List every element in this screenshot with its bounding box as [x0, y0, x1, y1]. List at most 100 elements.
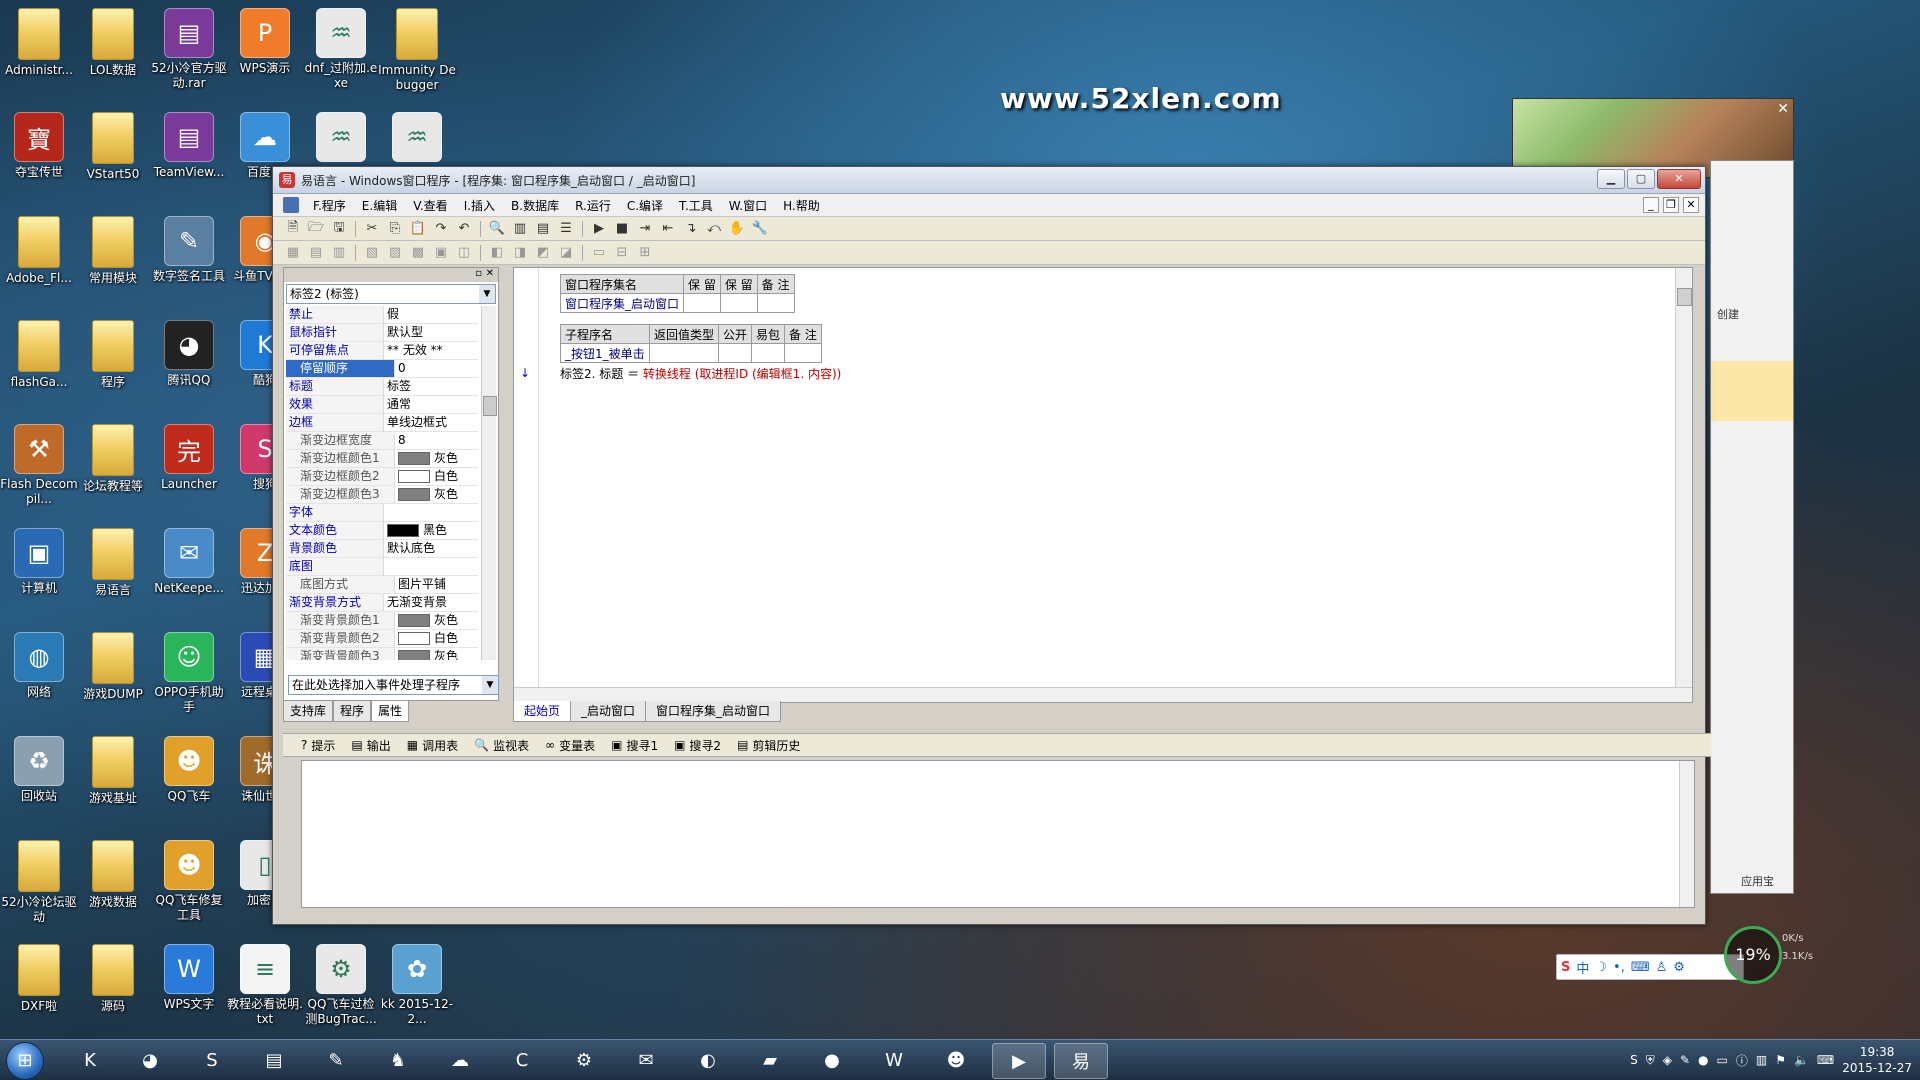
desktop-icon[interactable]: ♒ dnf_过附加.exe — [302, 4, 380, 104]
desktop-icon[interactable]: Adobe_Fl... — [0, 212, 78, 312]
toolbar-icon[interactable]: ↴ — [681, 219, 701, 238]
mask-icon[interactable]: ☻ — [930, 1043, 982, 1077]
alert-icon[interactable]: ● — [1698, 1053, 1708, 1067]
desktop-icon[interactable]: 游戏基址 — [74, 732, 152, 832]
property-value[interactable] — [384, 558, 478, 575]
align-tool-icon[interactable]: ▣ — [431, 243, 451, 262]
property-row[interactable]: 边框 单线边框式 — [286, 414, 478, 432]
network-usage-widget[interactable]: 19% — [1724, 926, 1782, 984]
property-row[interactable]: 渐变边框颜色2 白色 — [286, 468, 478, 486]
browser-icon[interactable]: ◐ — [682, 1043, 734, 1077]
desktop-icon[interactable]: 寶夺宝传世 — [0, 108, 78, 208]
minimize-button[interactable]: ▁ — [1597, 169, 1625, 189]
property-row[interactable]: 渐变背景颜色2 白色 — [286, 630, 478, 648]
battery-icon[interactable]: ▭ — [1717, 1053, 1728, 1067]
desktop-icon[interactable]: Administr... — [0, 4, 78, 104]
speaker-icon[interactable]: 🔈 — [1794, 1053, 1809, 1067]
game-icon[interactable]: ♞ — [372, 1043, 424, 1077]
video-app-icon[interactable]: ▶ — [992, 1043, 1046, 1079]
toolbar-icon[interactable]: 📋 — [408, 219, 428, 238]
mdi-restore-icon[interactable]: ❐ — [1663, 197, 1679, 213]
property-row[interactable]: 渐变背景方式 无渐变背景 — [286, 594, 478, 612]
start-button[interactable]: ⊞ — [6, 1042, 44, 1080]
align-tool-icon[interactable]: ▧ — [362, 243, 382, 262]
property-row[interactable]: 禁止假 — [286, 306, 478, 324]
editor-horizontal-scrollbar[interactable] — [514, 687, 1692, 702]
property-row[interactable]: 底图 — [286, 558, 478, 576]
property-value[interactable]: 通常 — [384, 396, 478, 413]
desktop-icon[interactable]: ☻ QQ飞车修复工具 — [150, 836, 228, 936]
align-tool-icon[interactable]: ◩ — [533, 243, 553, 262]
baidu-cloud-icon[interactable]: ☁ — [434, 1043, 486, 1077]
property-row[interactable]: 标题 标签 — [286, 378, 478, 396]
editor-tab[interactable]: 起始页 — [513, 701, 572, 722]
bottom-tool-button[interactable]: ▣ 搜寻2 — [674, 737, 721, 754]
menu-item[interactable]: E.编辑 — [354, 197, 405, 214]
desktop-icon[interactable]: 易语言 — [74, 524, 152, 624]
property-row[interactable]: 字体 — [286, 504, 478, 522]
mdi-minimize-icon[interactable]: _ — [1643, 197, 1659, 213]
desktop-icon[interactable]: DXF啦 — [0, 940, 78, 1040]
property-scrollbar[interactable] — [481, 306, 497, 660]
desktop-icon[interactable]: Immunity Debugger — [378, 4, 456, 104]
gear-app-icon[interactable]: ⚙ — [558, 1043, 610, 1077]
desktop-icon[interactable]: ◕ 腾讯QQ — [150, 316, 228, 416]
desktop-icon[interactable]: ▤ 52小冷官方驱动.rar — [150, 4, 228, 104]
table-cell[interactable] — [683, 293, 721, 313]
property-value[interactable]: 默认底色 — [384, 540, 478, 557]
align-tool-icon[interactable]: ◪ — [556, 243, 576, 262]
menu-item[interactable]: F.程序 — [305, 197, 354, 214]
keyboard-icon[interactable]: ⌨ — [1631, 960, 1650, 975]
punct-icon[interactable]: •, — [1613, 960, 1625, 975]
property-row[interactable]: 文本颜色 黑色 — [286, 522, 478, 540]
explorer-icon[interactable]: ▰ — [744, 1043, 796, 1077]
toolbar-icon[interactable]: 🔧 — [750, 219, 770, 238]
chevron-down-icon[interactable]: ▼ — [482, 676, 498, 694]
toolbar-icon[interactable]: 🗁 — [306, 219, 326, 238]
property-row[interactable]: 停留顺序 0 — [286, 360, 478, 378]
left-tab[interactable]: 属性 — [371, 701, 410, 722]
close-icon[interactable]: ✕ — [1777, 101, 1789, 117]
menu-item[interactable]: V.查看 — [405, 197, 455, 214]
toolbar-icon[interactable]: ⇥ — [635, 219, 655, 238]
property-row[interactable]: 鼠标指针 默认型 — [286, 324, 478, 342]
property-row[interactable]: 渐变边框颜色3 灰色 — [286, 486, 478, 504]
toolbar-icon[interactable]: ▥ — [510, 219, 530, 238]
feather-icon[interactable]: ✎ — [310, 1043, 362, 1077]
toolbar-icon[interactable]: ↶ — [454, 219, 474, 238]
notepad-icon[interactable]: ▤ — [248, 1043, 300, 1077]
event-selector[interactable]: 在此处选择加入事件处理子程序 ▼ — [288, 675, 499, 695]
table-cell[interactable] — [751, 343, 786, 363]
desktop-icon[interactable]: ✉ NetKeepe... — [150, 524, 228, 624]
bottom-tool-button[interactable]: ▦ 调用表 — [407, 737, 458, 754]
table-cell[interactable] — [719, 293, 758, 313]
property-value[interactable]: 单线边框式 — [384, 414, 478, 431]
align-tool-icon[interactable]: ▭ — [589, 243, 609, 262]
keyboard-tray-icon[interactable]: ⌨ — [1817, 1053, 1834, 1067]
qq-icon[interactable]: ◕ — [124, 1043, 176, 1077]
editor-vertical-scrollbar[interactable] — [1675, 268, 1692, 702]
toolbar-icon[interactable]: ⇤ — [658, 219, 678, 238]
desktop-icon[interactable]: ▣ 计算机 — [0, 524, 78, 624]
desktop-icon[interactable]: P WPS演示 — [226, 4, 304, 104]
desktop-icon[interactable]: VStart50 — [74, 108, 152, 208]
property-row[interactable]: 渐变背景颜色1 灰色 — [286, 612, 478, 630]
align-tool-icon[interactable]: ▦ — [283, 243, 303, 262]
desktop-icon[interactable]: ▤ TeamView... — [150, 108, 228, 208]
property-value[interactable]: 图片平铺 — [395, 576, 478, 593]
menu-item[interactable]: C.编译 — [619, 197, 671, 214]
app-store-label[interactable]: 应用宝 — [1741, 873, 1774, 889]
desktop-icon[interactable]: W WPS文字 — [150, 940, 228, 1040]
align-tool-icon[interactable]: ◫ — [454, 243, 474, 262]
ime-toolbar[interactable]: S 中 ☽ •, ⌨ ♙ ⚙ — [1556, 954, 1744, 980]
property-row[interactable]: 渐变边框颜色1 灰色 — [286, 450, 478, 468]
align-tool-icon[interactable]: ⊞ — [635, 243, 655, 262]
table-cell[interactable]: 窗口程序集_启动窗口 — [559, 293, 685, 313]
toolbar-icon[interactable]: ☰ — [556, 219, 576, 238]
c-app-icon[interactable]: C — [496, 1043, 548, 1077]
menu-item[interactable]: W.窗口 — [721, 197, 775, 214]
table-cell[interactable] — [648, 343, 720, 363]
property-value[interactable]: 标签 — [384, 378, 478, 395]
menu-item[interactable]: R.运行 — [567, 197, 619, 214]
desktop-icon[interactable]: 完 Launcher — [150, 420, 228, 520]
